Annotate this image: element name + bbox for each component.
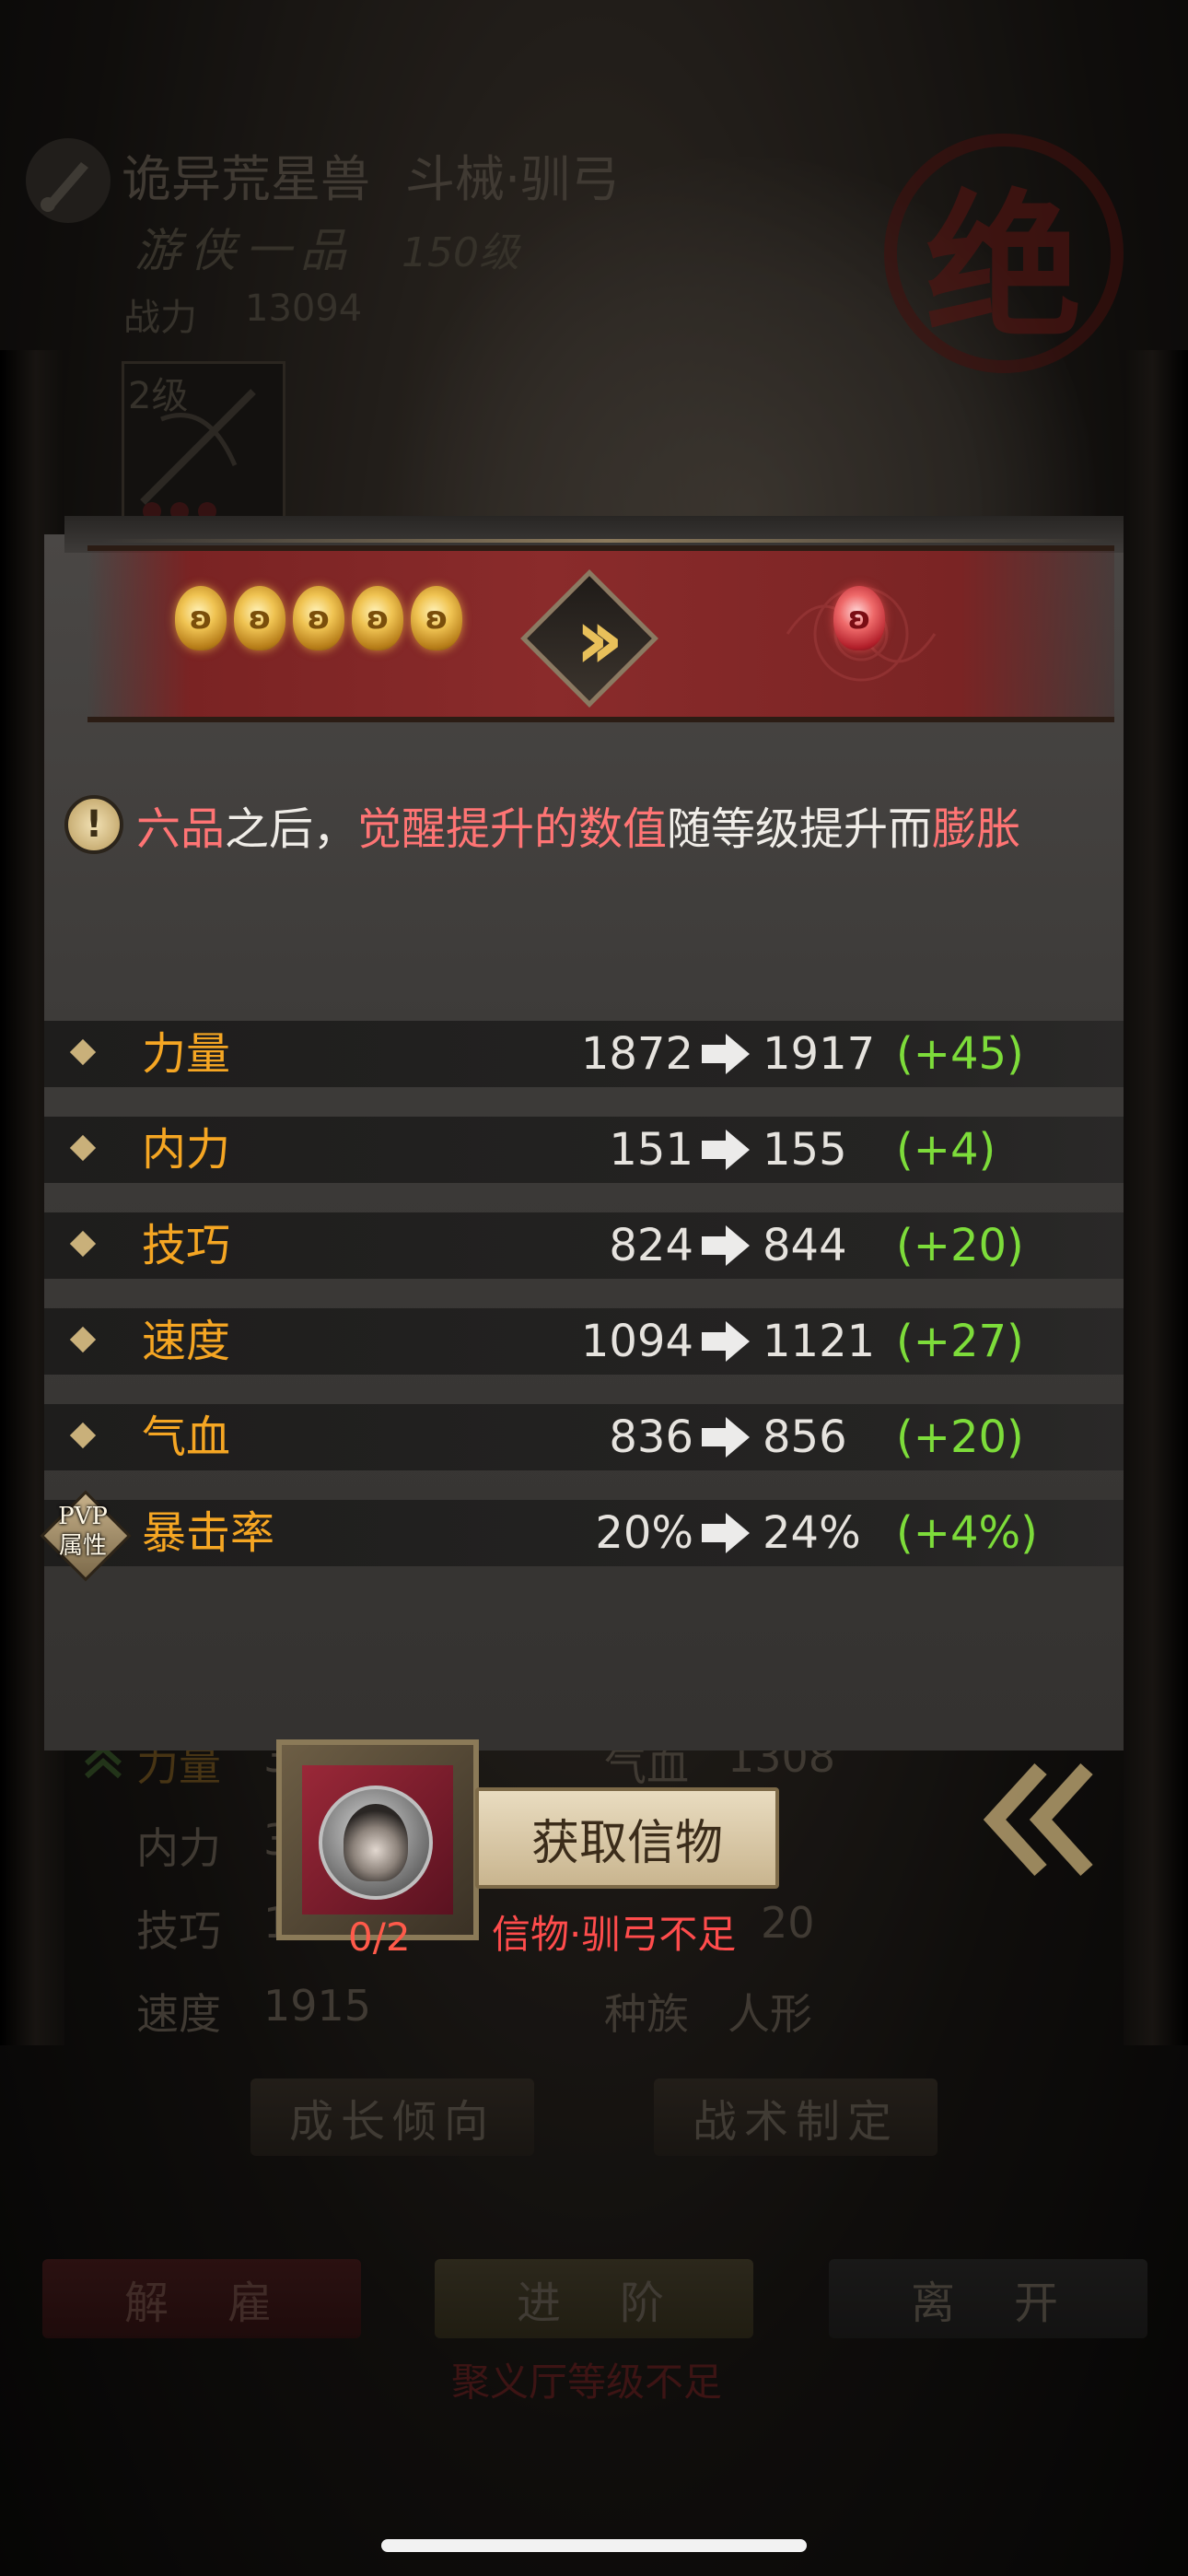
awaken-orb-red-icon: ʚ	[833, 586, 885, 650]
token-item-slot[interactable]	[276, 1739, 479, 1940]
token-portrait-icon	[319, 1786, 433, 1900]
awaken-notice: ! 六品 之后， 觉醒提升的数值 随等级提升而 膨胀	[64, 792, 1020, 857]
stat-new-value: 856	[763, 1411, 847, 1463]
diamond-bullet-icon	[69, 1038, 97, 1066]
stat-delta: (+27)	[896, 1316, 1024, 1367]
stat-old-value: 1872	[580, 1028, 693, 1080]
stat-row-speed: 速度 1094 1121 (+27)	[44, 1308, 1124, 1375]
stat-old-value: 151	[609, 1124, 693, 1176]
arrow-right-icon	[702, 1130, 750, 1170]
token-lack-text: 信物·驯弓不足	[492, 1912, 737, 1957]
home-indicator[interactable]	[381, 2539, 807, 2552]
next-awaken-orbs: ʚ	[833, 586, 885, 650]
awaken-orb-icon: ʚ	[234, 586, 285, 650]
notice-highlight: 六品	[136, 803, 226, 855]
stat-old-value: 836	[609, 1411, 693, 1463]
collapse-chevron-icon[interactable]	[976, 1751, 1133, 1889]
banner-top-line	[101, 539, 1114, 543]
stat-delta: (+20)	[896, 1220, 1024, 1271]
stat-name: 暴击率	[142, 1507, 275, 1559]
get-token-button[interactable]: 获取信物	[475, 1787, 779, 1889]
stat-old-value: 20%	[595, 1507, 693, 1559]
stat-delta: (+20)	[896, 1411, 1024, 1463]
notice-text: 随等级提升而	[667, 803, 933, 855]
notice-text: 之后，	[225, 803, 358, 855]
current-awaken-orbs: ʚ ʚ ʚ ʚ ʚ	[175, 586, 462, 650]
stat-name: 气血	[142, 1411, 231, 1463]
upgrade-arrow-icon: ››	[520, 569, 658, 708]
pvp-badge-line2: 属性	[58, 1532, 107, 1560]
stat-row-skill: 技巧 824 844 (+20)	[44, 1212, 1124, 1279]
stat-name: 力量	[142, 1028, 231, 1080]
awaken-orb-icon: ʚ	[175, 586, 227, 650]
token-count: 0/2	[348, 1914, 411, 1960]
diamond-bullet-icon	[69, 1422, 97, 1449]
stat-new-value: 155	[763, 1124, 847, 1176]
stat-name: 技巧	[142, 1220, 231, 1271]
stat-new-value: 1917	[763, 1028, 876, 1080]
arrow-right-icon	[702, 1034, 750, 1074]
arrow-right-icon	[702, 1513, 750, 1553]
awaken-orb-icon: ʚ	[293, 586, 344, 650]
stat-row-hp: 气血 836 856 (+20)	[44, 1404, 1124, 1470]
stat-new-value: 24%	[763, 1507, 861, 1559]
arrow-right-icon	[702, 1225, 750, 1266]
stat-row-strength: 力量 1872 1917 (+45)	[44, 1021, 1124, 1087]
token-item-bg	[302, 1765, 453, 1914]
stat-name: 内力	[142, 1124, 231, 1176]
stat-row-internal: 内力 151 155 (+4)	[44, 1117, 1124, 1183]
awaken-orb-icon: ʚ	[352, 586, 403, 650]
notice-highlight: 膨胀	[932, 803, 1021, 855]
exclamation-icon: !	[64, 795, 123, 854]
pvp-badge: PVP 属性	[40, 1490, 132, 1582]
stat-new-value: 844	[763, 1220, 847, 1271]
awaken-orb-icon: ʚ	[411, 586, 462, 650]
stat-delta: (+45)	[896, 1028, 1024, 1080]
stat-new-value: 1121	[763, 1316, 876, 1367]
stat-old-value: 1094	[580, 1316, 693, 1367]
diamond-bullet-icon	[69, 1326, 97, 1353]
arrow-right-icon	[702, 1417, 750, 1458]
diamond-bullet-icon	[69, 1134, 97, 1162]
arrow-right-icon	[702, 1321, 750, 1362]
stat-old-value: 824	[609, 1220, 693, 1271]
stat-row-crit: PVP 属性 暴击率 20% 24% (+4%)	[40, 1490, 1124, 1582]
notice-highlight: 觉醒提升的数值	[357, 803, 668, 855]
stat-delta: (+4)	[896, 1124, 996, 1176]
stat-delta: (+4%)	[896, 1507, 1038, 1559]
stat-name: 速度	[142, 1316, 231, 1367]
pvp-badge-line1: PVP	[58, 1503, 108, 1530]
diamond-bullet-icon	[69, 1230, 97, 1258]
